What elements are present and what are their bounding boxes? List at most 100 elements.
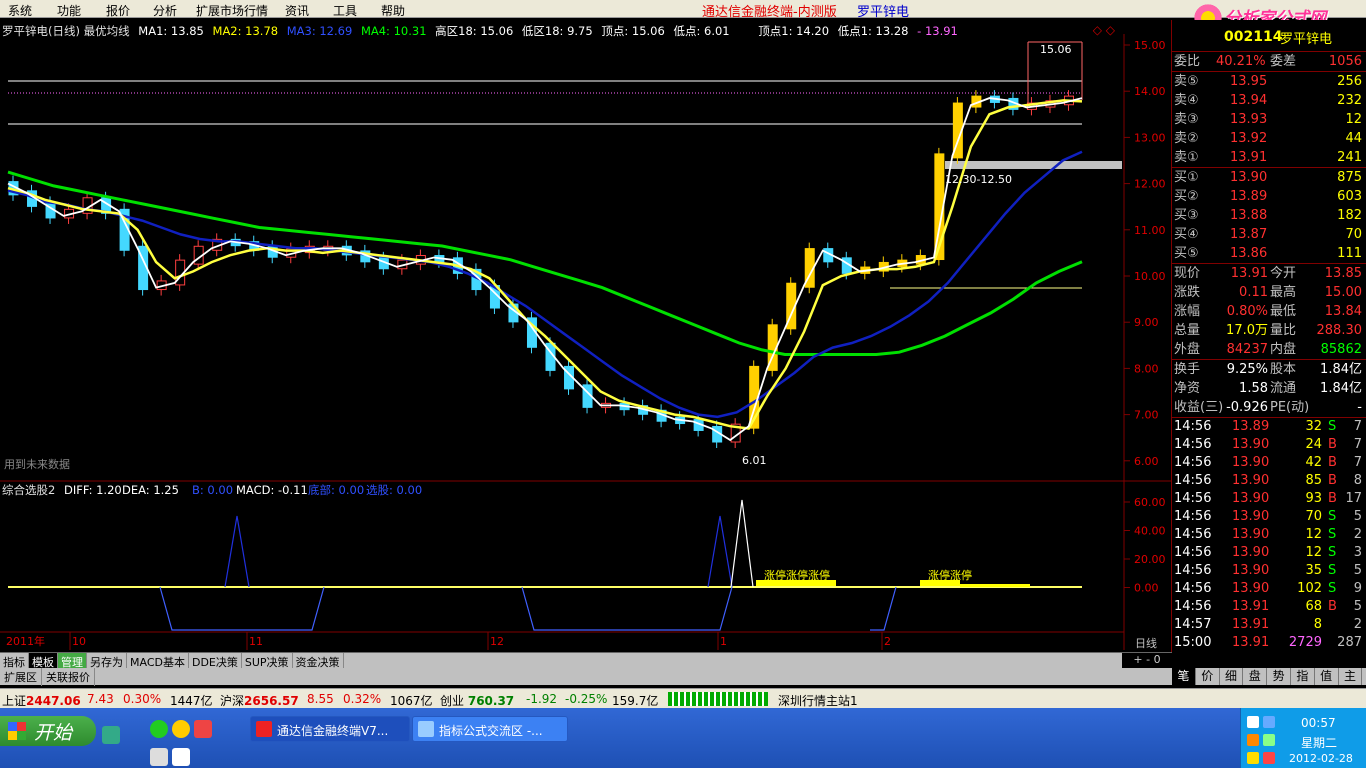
sz-pct: 0.32% <box>343 692 382 706</box>
x-label-2: 2 <box>884 635 891 648</box>
price-chart-svg[interactable]: 15.06 6.01 12.30-12.50 用到未来数据 15.00 14.00… <box>0 20 1172 652</box>
tick-side: B <box>1328 491 1337 506</box>
tick-row: 14:56 13.90 12 S 3 <box>1172 544 1366 562</box>
tab-sup[interactable]: SUP决策 <box>242 653 293 669</box>
panel-tab[interactable]: 细 <box>1220 668 1244 685</box>
server-name[interactable]: 深圳行情主站1 <box>778 692 858 709</box>
keyboard-icon[interactable] <box>150 748 168 766</box>
cy-index[interactable]: 创业 760.37 <box>440 692 514 709</box>
tray-icon[interactable] <box>1263 734 1275 746</box>
tray-icon[interactable] <box>1263 716 1275 728</box>
peak-signal-1 <box>224 515 250 588</box>
weicha-label: 委差 <box>1270 54 1297 69</box>
tick-volume: 12 <box>1305 527 1322 542</box>
ask-row: 卖② 13.92 44 <box>1172 129 1366 148</box>
sh-index[interactable]: 上证2447.06 <box>2 692 81 709</box>
refresh-icon[interactable] <box>150 720 168 738</box>
tick-count: 5 <box>1353 563 1362 578</box>
tick-count: 17 <box>1345 491 1362 506</box>
tab-dde[interactable]: DDE决策 <box>189 653 242 669</box>
bid-label: 买① <box>1174 170 1199 185</box>
sz-label: 沪深 <box>220 694 245 708</box>
period-label[interactable]: 日线 <box>1133 635 1159 651</box>
bid-price: 13.86 <box>1230 246 1268 261</box>
panel-tab[interactable]: 指 <box>1291 668 1315 685</box>
tick-volume: 24 <box>1305 437 1322 452</box>
tick-count: 5 <box>1353 509 1362 524</box>
price-axis: 15.00 14.00 13.00 12.00 11.00 10.00 9.00 8.00 7.… <box>1124 39 1166 468</box>
ask-volume: 44 <box>1345 131 1362 146</box>
tick-side: B <box>1328 473 1337 488</box>
tray-icon[interactable] <box>1263 752 1275 764</box>
menu-item-function[interactable]: 功能 <box>57 2 81 19</box>
bottom-signal-1 <box>159 586 325 631</box>
chart-area[interactable]: 罗平锌电(日线) 最优均线 MA1: 13.85 MA2: 13.78 MA3:… <box>0 20 1172 652</box>
tick-time: 14:56 <box>1174 509 1212 524</box>
tab-extension[interactable]: 扩展区 <box>0 668 42 686</box>
panel-tab[interactable]: 价 <box>1196 668 1220 685</box>
tick-time: 15:00 <box>1174 635 1212 650</box>
help-icon[interactable] <box>172 748 190 766</box>
task-forum[interactable]: 指标公式交流区 -... <box>412 716 568 742</box>
menu-item-quote[interactable]: 报价 <box>106 2 130 19</box>
tray-icon[interactable] <box>1247 752 1259 764</box>
tab-save-as[interactable]: 另存为 <box>87 653 127 669</box>
add-icon[interactable] <box>172 720 190 738</box>
stat-label: 净资 <box>1174 381 1201 396</box>
signal-bar-3 <box>960 584 1030 587</box>
tab-template[interactable]: 模板 <box>29 653 58 669</box>
stat-label: 涨跌 <box>1174 285 1201 300</box>
tab-related-quote[interactable]: 关联报价 <box>42 668 95 686</box>
task-tdx[interactable]: 通达信金融终端V7... <box>250 716 410 742</box>
tick-row: 14:56 13.90 93 B 17 <box>1172 490 1366 508</box>
tray-icon[interactable] <box>1247 716 1259 728</box>
tab-indicator[interactable]: 指标 <box>0 653 29 669</box>
price-tick-label: 12.00 <box>1134 178 1166 191</box>
menu-item-system[interactable]: 系统 <box>8 2 32 19</box>
panel-tab[interactable]: 值 <box>1315 668 1339 685</box>
stock-name: 罗平锌电 <box>1280 32 1333 47</box>
menu-item-ext-market[interactable]: 扩展市场行情 <box>196 2 268 19</box>
weicha-value: 1056 <box>1328 54 1362 69</box>
tab-manage[interactable]: 管理 <box>58 653 87 669</box>
bottom-signal-3 <box>870 586 897 631</box>
panel-tab[interactable]: 势 <box>1267 668 1291 685</box>
zoom-controls[interactable]: + - 0 <box>1122 653 1172 668</box>
tick-price: 13.90 <box>1232 581 1270 596</box>
ask-label: 卖⑤ <box>1174 74 1199 89</box>
ask-price: 13.92 <box>1230 131 1268 146</box>
extension-tabs: 扩展区 关联报价 日线 <box>0 635 1172 686</box>
bid-volume: 111 <box>1337 246 1362 261</box>
system-tray: 00:57 星期二 2012-02-28 <box>1240 708 1366 768</box>
clock-date: 2012-02-28 <box>1289 752 1353 765</box>
stat-value: 1.84亿 <box>1320 381 1362 396</box>
tab-funds[interactable]: 资金决策 <box>293 653 344 669</box>
panel-tab[interactable]: 盘 <box>1243 668 1268 685</box>
ask-row: 卖① 13.91 241 <box>1172 148 1366 167</box>
desktop-icon[interactable] <box>102 726 120 744</box>
menu-item-info[interactable]: 资讯 <box>285 2 309 19</box>
tab-macd[interactable]: MACD基本 <box>127 653 189 669</box>
x-label-11: 11 <box>249 635 263 648</box>
menu-item-analysis[interactable]: 分析 <box>153 2 177 19</box>
ma2-line <box>7 99 1083 430</box>
ask-price: 13.94 <box>1230 93 1268 108</box>
start-button[interactable]: 开始 <box>0 716 96 746</box>
tick-side: S <box>1328 509 1337 524</box>
limit-up-signal-1: 涨停涨停涨停 <box>764 568 830 582</box>
sz-index[interactable]: 沪深2656.57 <box>220 692 299 709</box>
tray-icon[interactable] <box>1247 734 1259 746</box>
panel-tab[interactable]: 主 <box>1339 668 1363 685</box>
x-label-2011: 2011年 <box>6 634 45 648</box>
clock-time[interactable]: 00:57 <box>1301 716 1336 730</box>
menu-item-tools[interactable]: 工具 <box>333 2 357 19</box>
stat-value: 1.58 <box>1239 381 1268 396</box>
panel-tab[interactable]: 笔 <box>1172 668 1196 685</box>
stat-label: 换手 <box>1174 362 1201 377</box>
app-icon[interactable] <box>194 720 212 738</box>
price-tick-label: 14.00 <box>1134 85 1166 98</box>
menu-item-help[interactable]: 帮助 <box>381 2 405 19</box>
peak-signal-2 <box>707 515 733 588</box>
stat-row: 净资 1.58 流通 1.84亿 <box>1172 379 1366 398</box>
price-tick-label: 9.00 <box>1134 316 1159 329</box>
